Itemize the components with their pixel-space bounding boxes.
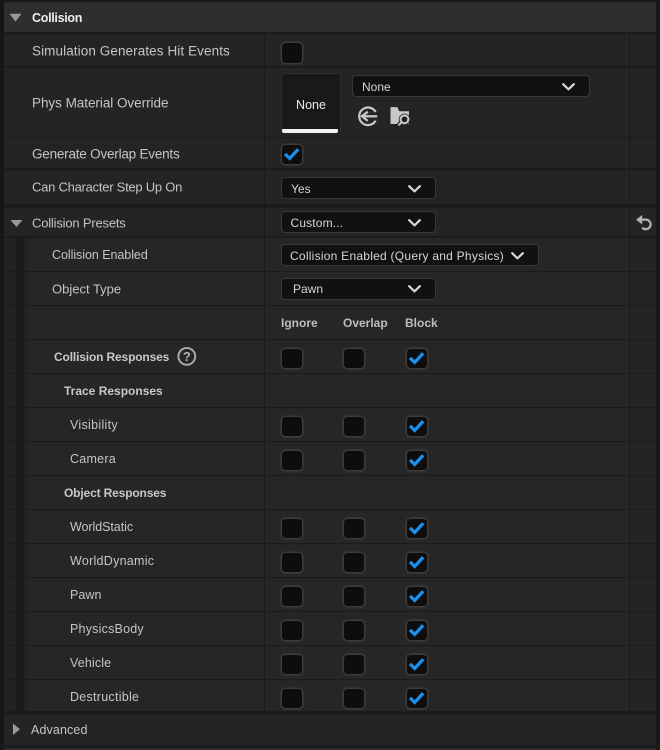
svg-text:?: ?	[183, 349, 191, 364]
